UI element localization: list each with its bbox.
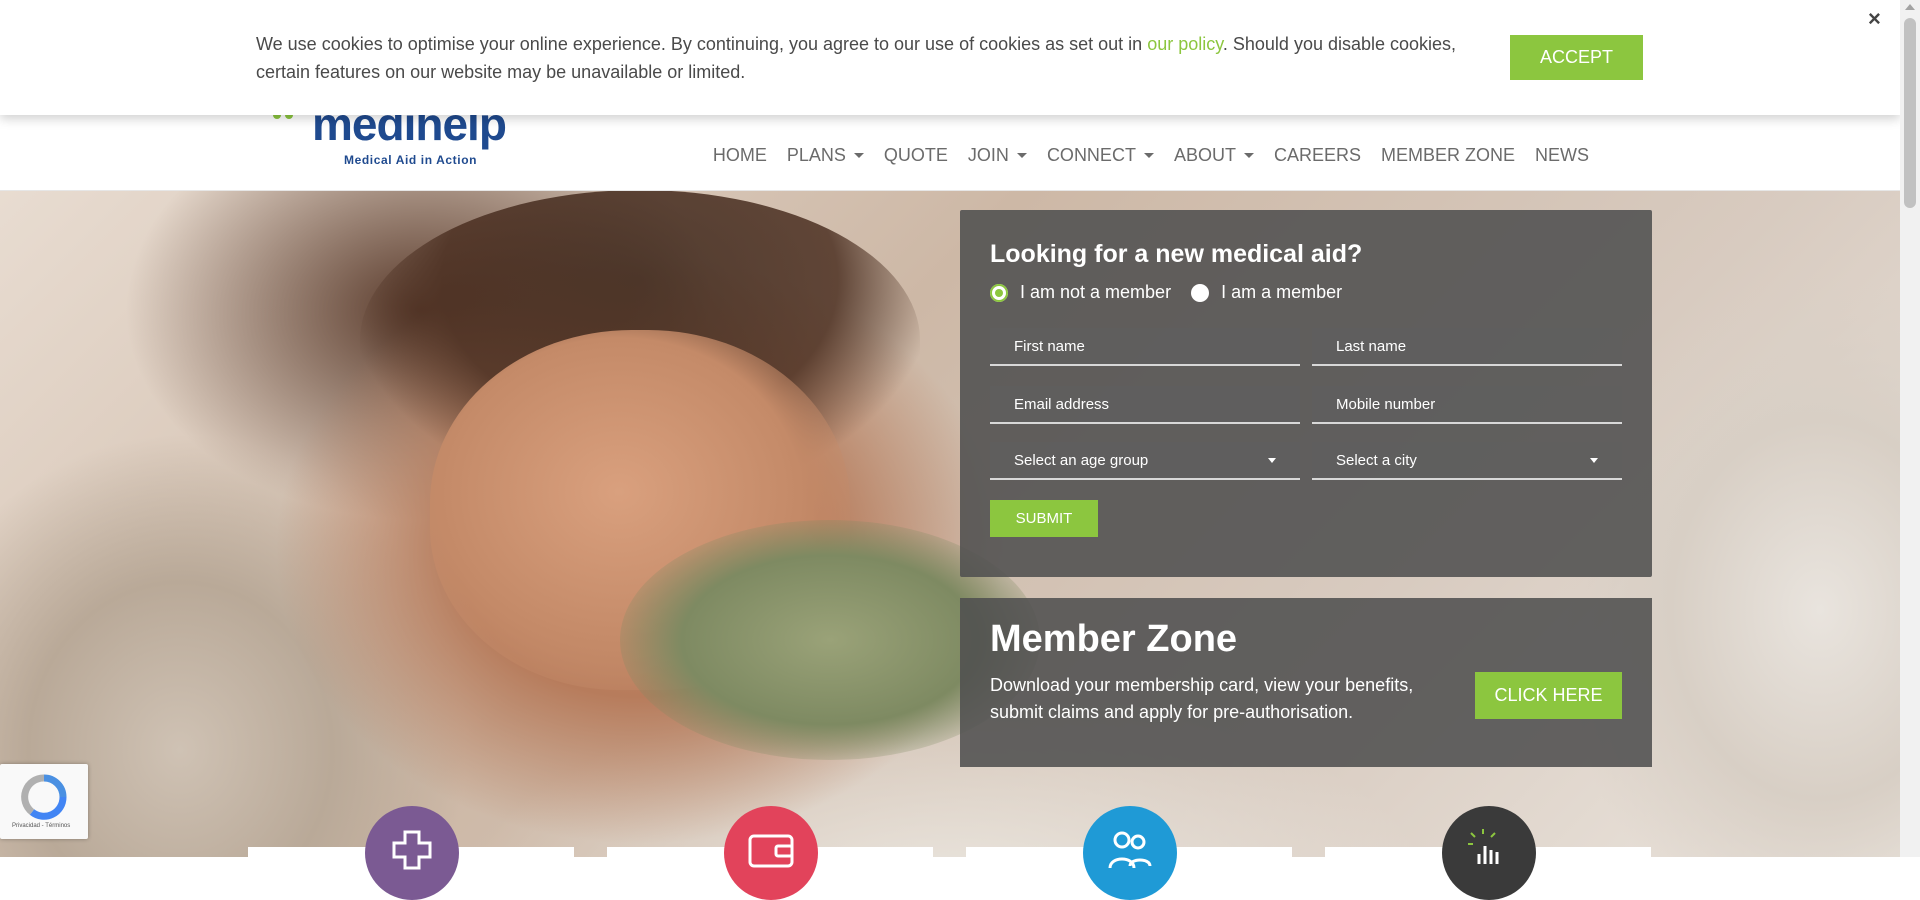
chevron-down-icon — [1590, 458, 1598, 463]
radio-member-label[interactable]: I am a member — [1221, 282, 1342, 303]
radio-member[interactable] — [1191, 283, 1210, 302]
age-group-select[interactable]: Select an age group — [990, 442, 1300, 480]
nav-plans[interactable]: PLANS — [777, 145, 874, 166]
nav-join-label: JOIN — [967, 145, 1009, 165]
accept-cookies-button[interactable]: ACCEPT — [1510, 35, 1643, 80]
cookie-text-part1: We use cookies to optimise your online e… — [256, 34, 1148, 54]
recaptcha-icon — [21, 774, 67, 820]
nav-home[interactable]: HOME — [703, 145, 777, 166]
page-scrollbar[interactable] — [1900, 0, 1920, 857]
site-header: medihelp Medical Aid in Action HOME PLAN… — [0, 101, 1900, 191]
scrollbar-thumb[interactable] — [1904, 18, 1916, 208]
medical-cross-icon[interactable] — [365, 806, 459, 900]
last-name-field — [1312, 328, 1622, 366]
nav-about[interactable]: ABOUT — [1164, 145, 1264, 166]
chevron-down-icon — [1016, 153, 1027, 158]
email-input[interactable] — [990, 386, 1300, 422]
nav-connect[interactable]: CONNECT — [1037, 145, 1164, 166]
member-zone-title: Member Zone — [990, 618, 1238, 660]
chevron-down-icon — [853, 153, 864, 158]
nav-member-zone-label: MEMBER ZONE — [1380, 145, 1515, 165]
hand-pointer-icon[interactable] — [1442, 806, 1536, 900]
nav-about-label: ABOUT — [1173, 145, 1236, 165]
lead-form-title: Looking for a new medical aid? — [990, 240, 1363, 268]
member-zone-click-here-button[interactable]: CLICK HERE — [1475, 672, 1622, 719]
age-group-select-value: Select an age group — [1014, 452, 1149, 469]
mobile-field — [1312, 386, 1622, 424]
main-nav: HOME PLANS QUOTE JOIN CONNECT ABOUT CARE… — [703, 145, 1599, 166]
chevron-down-icon — [1143, 153, 1154, 158]
nav-home-label: HOME — [712, 145, 767, 165]
submit-button[interactable]: SUBMIT — [990, 500, 1098, 537]
cookie-banner: We use cookies to optimise your online e… — [0, 0, 1900, 115]
city-select-value: Select a city — [1336, 452, 1417, 469]
last-name-input[interactable] — [1312, 328, 1622, 364]
email-field — [990, 386, 1300, 424]
nav-careers[interactable]: CAREERS — [1264, 145, 1371, 166]
lead-form-panel: Looking for a new medical aid? I am not … — [960, 210, 1652, 577]
nav-join[interactable]: JOIN — [958, 145, 1037, 166]
cookie-policy-link[interactable]: our policy — [1147, 34, 1223, 54]
cookie-message: We use cookies to optimise your online e… — [256, 30, 1491, 86]
nav-careers-label: CAREERS — [1273, 145, 1361, 165]
membership-radio-group: I am not a member I am a member — [990, 282, 1362, 303]
recaptcha-links[interactable]: Privacidad - Términos — [12, 823, 70, 829]
first-name-field — [990, 328, 1300, 366]
scroll-up-arrow-icon[interactable] — [1905, 4, 1915, 10]
member-zone-description: Download your membership card, view your… — [990, 675, 1414, 722]
nav-connect-label: CONNECT — [1046, 145, 1136, 165]
chevron-down-icon — [1243, 153, 1254, 158]
nav-quote-label: QUOTE — [883, 145, 948, 165]
wallet-icon[interactable] — [724, 806, 818, 900]
radio-not-member[interactable] — [990, 283, 1008, 302]
chevron-down-icon — [1268, 458, 1276, 463]
nav-news[interactable]: NEWS — [1525, 145, 1599, 166]
nav-news-label: NEWS — [1535, 145, 1589, 165]
logo-tagline: Medical Aid in Action — [344, 153, 478, 167]
nav-quote[interactable]: QUOTE — [874, 145, 958, 166]
first-name-input[interactable] — [990, 328, 1300, 364]
close-icon[interactable]: × — [1868, 6, 1881, 32]
medihelp-logo[interactable]: medihelp Medical Aid in Action — [270, 101, 520, 170]
recaptcha-badge[interactable]: Privacidad - Términos — [0, 764, 88, 839]
member-zone-panel: Member Zone Download your membership car… — [960, 598, 1652, 767]
radio-not-member-label[interactable]: I am not a member — [1020, 282, 1171, 303]
mobile-input[interactable] — [1312, 386, 1622, 422]
people-icon[interactable] — [1083, 806, 1177, 900]
nav-member-zone[interactable]: MEMBER ZONE — [1371, 145, 1525, 166]
city-select[interactable]: Select a city — [1312, 442, 1622, 480]
nav-plans-label: PLANS — [786, 145, 846, 165]
